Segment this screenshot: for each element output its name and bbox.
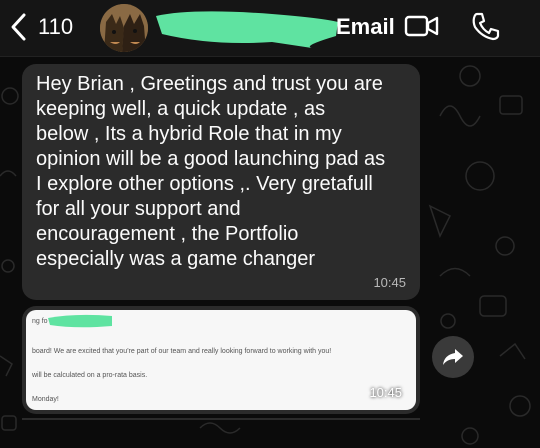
name-redaction-mark xyxy=(156,11,338,48)
contact-avatar[interactable] xyxy=(100,4,148,52)
image-message-bubble[interactable]: ng fo board! We are excited that you're … xyxy=(22,306,420,414)
unread-count: 110 xyxy=(38,14,74,39)
contact-name[interactable]: Email xyxy=(336,14,395,40)
message-text: Hey Brian , Greetings and trust you are … xyxy=(36,73,386,270)
video-camera-icon xyxy=(404,15,439,37)
video-call-button[interactable] xyxy=(404,12,440,40)
message-timestamp: 10:45 xyxy=(369,385,402,400)
next-message-edge xyxy=(22,418,420,428)
image-redaction-mark xyxy=(48,314,112,328)
forward-arrow-icon xyxy=(443,349,463,365)
back-button[interactable]: 110 xyxy=(8,10,88,44)
image-text-line: board! We are excited that you're part o… xyxy=(32,348,332,355)
voice-call-button[interactable] xyxy=(470,10,502,42)
chevron-left-icon xyxy=(11,13,26,41)
image-text-line: will be calculated on a pro-rata basis. xyxy=(32,372,148,379)
chat-header: 110 Email xyxy=(0,0,540,57)
avatar-dogs-image xyxy=(100,4,148,52)
message-timestamp: 10:45 xyxy=(373,275,406,290)
image-text-line: Monday! xyxy=(32,396,59,403)
forward-button[interactable] xyxy=(432,336,474,378)
incoming-message-bubble[interactable]: Hey Brian , Greetings and trust you are … xyxy=(22,64,420,300)
image-attachment[interactable]: ng fo board! We are excited that you're … xyxy=(26,310,416,410)
phone-icon xyxy=(472,12,500,41)
